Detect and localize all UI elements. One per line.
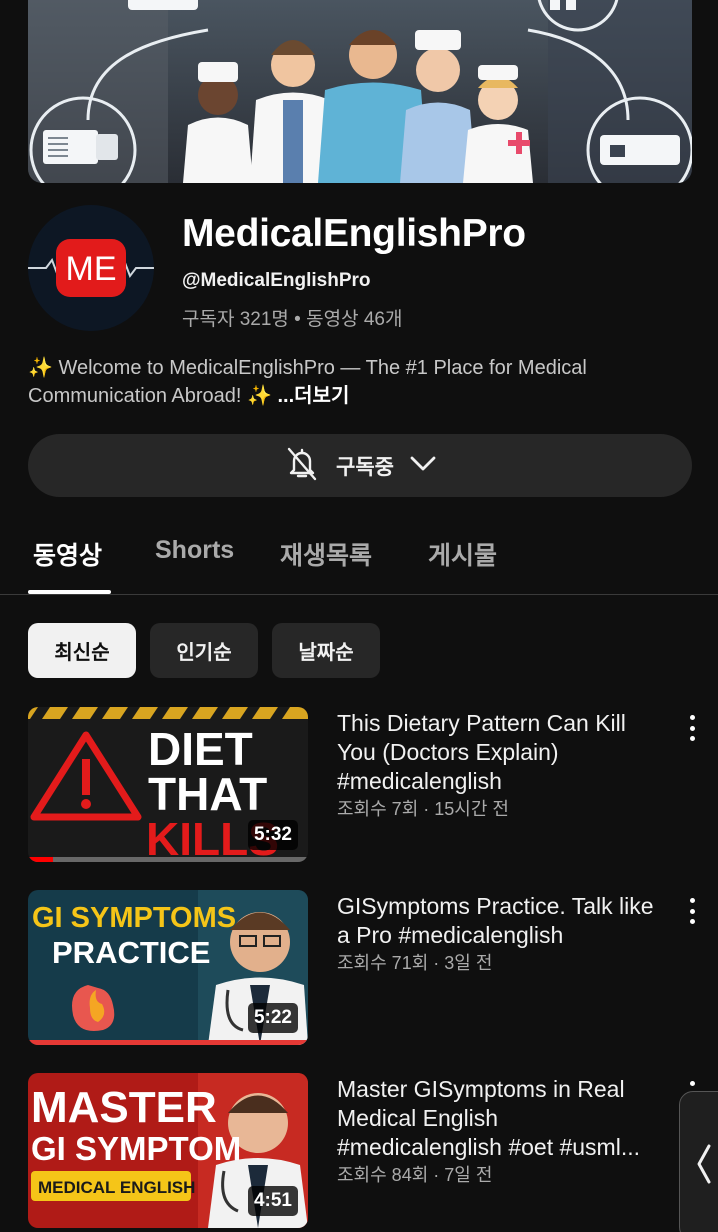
channel-avatar[interactable]: ME: [28, 205, 154, 331]
channel-tabs: 동영상 Shorts 재생목록 게시물: [0, 520, 718, 595]
chip-popular[interactable]: 인기순: [150, 623, 258, 678]
svg-text:GI SYMPTOMS: GI SYMPTOMS: [32, 902, 236, 934]
subscribed-button[interactable]: 구독중: [28, 434, 692, 497]
video-thumbnail[interactable]: GI SYMPTOMS PRACTICE 5:22: [28, 890, 308, 1045]
svg-text:GI SYMPTOM: GI SYMPTOM: [31, 1130, 241, 1167]
chevron-down-icon: [408, 448, 438, 483]
svg-text:MEDICAL ENGLISH: MEDICAL ENGLISH: [38, 1178, 195, 1197]
video-thumbnail[interactable]: DIET THAT KILLS 5:32: [28, 707, 308, 862]
channel-banner: [28, 0, 692, 183]
video-meta: 조회수 71회 · 3일 전: [337, 953, 493, 973]
video-thumbnail[interactable]: MASTER GI SYMPTOM MEDICAL ENGLISH 4:51: [28, 1073, 308, 1228]
video-duration: 5:32: [247, 820, 298, 850]
bell-off-icon: [282, 443, 322, 488]
video-title[interactable]: This Dietary Pattern Can Kill You (Docto…: [337, 709, 669, 797]
chip-latest[interactable]: 최신순: [28, 623, 136, 678]
video-duration: 4:51: [247, 1186, 298, 1216]
channel-handle: @MedicalEnglishPro: [182, 270, 371, 291]
video-title[interactable]: GISymptoms Practice. Talk like a Pro #me…: [337, 892, 669, 952]
svg-text:PRACTICE: PRACTICE: [52, 935, 210, 970]
tab-posts[interactable]: 게시물: [428, 536, 497, 572]
active-tab-indicator: [28, 590, 111, 594]
watch-progress-bar: [28, 857, 308, 862]
video-item[interactable]: GI SYMPTOMS PRACTICE 5:22 GISymptoms Pra…: [0, 890, 718, 1050]
tab-playlists[interactable]: 재생목록: [280, 536, 372, 572]
chevron-left-icon: [694, 1142, 714, 1191]
svg-text:ME: ME: [66, 250, 117, 288]
channel-stats: 구독자 321명 • 동영상 46개: [182, 309, 403, 330]
channel-description[interactable]: ✨ Welcome to MedicalEnglishPro — The #1 …: [28, 354, 668, 410]
banner-image: [28, 0, 692, 183]
side-panel-handle[interactable]: [679, 1091, 718, 1232]
more-options-icon[interactable]: [684, 713, 700, 743]
video-title[interactable]: Master GISymptoms in Real Medical Englis…: [337, 1075, 669, 1163]
video-meta: 조회수 84회 · 7일 전: [337, 1165, 493, 1185]
chip-oldest[interactable]: 날짜순: [272, 623, 380, 678]
tab-shorts[interactable]: Shorts: [155, 536, 234, 565]
avatar-logo: ME: [28, 239, 154, 297]
subscribed-label: 구독중: [336, 455, 394, 479]
tab-videos[interactable]: 동영상: [33, 536, 102, 572]
video-meta: 조회수 7회 · 15시간 전: [337, 799, 509, 819]
channel-name: MedicalEnglishPro: [182, 212, 526, 255]
video-item[interactable]: DIET THAT KILLS 5:32 This Dietary Patter…: [0, 707, 718, 867]
more-link[interactable]: ...더보기: [277, 385, 349, 407]
svg-text:MASTER: MASTER: [31, 1083, 217, 1132]
video-item[interactable]: MASTER GI SYMPTOM MEDICAL ENGLISH 4:51 M…: [0, 1073, 718, 1232]
more-options-icon[interactable]: [684, 896, 700, 926]
video-duration: 5:22: [247, 1003, 298, 1033]
